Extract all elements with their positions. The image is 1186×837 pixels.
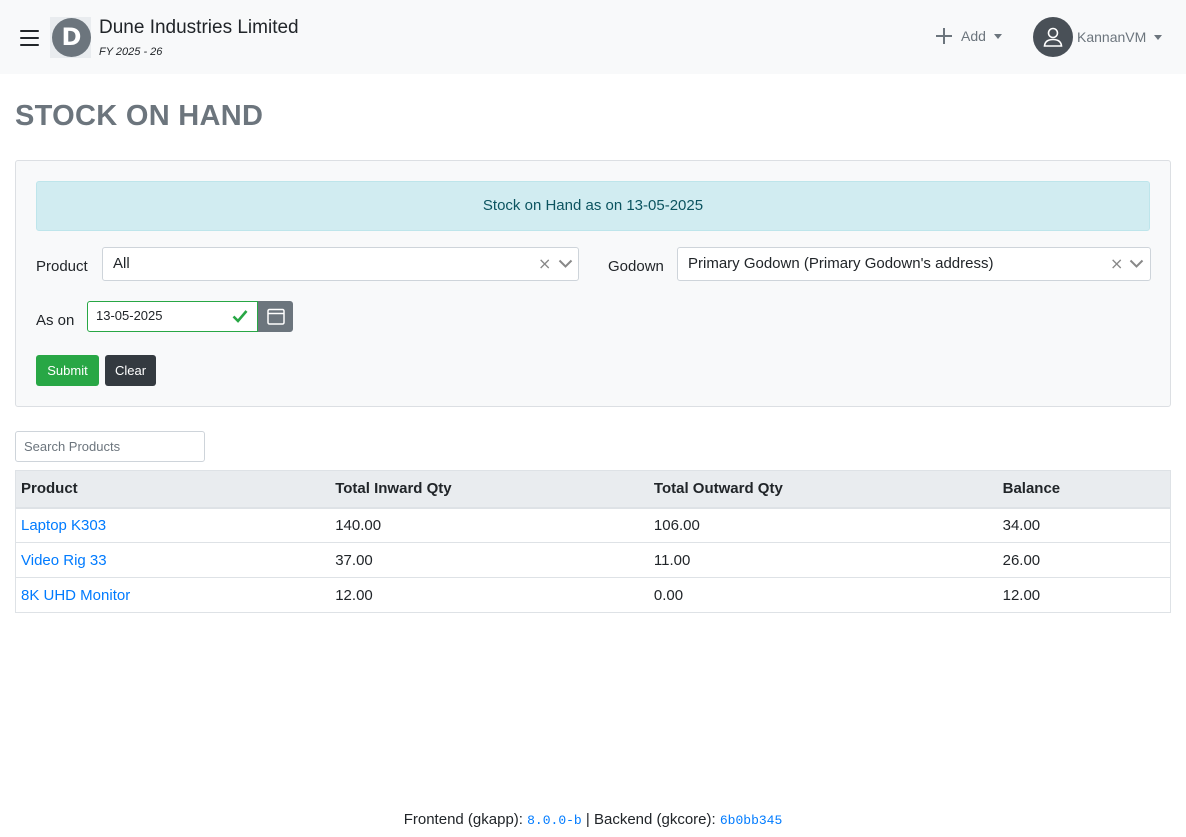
top-navbar: D Dune Industries Limited FY 2025 - 26 A… bbox=[0, 0, 1186, 74]
godown-select[interactable]: Primary Godown (Primary Godown's address… bbox=[677, 247, 1151, 281]
product-link[interactable]: 8K UHD Monitor bbox=[21, 587, 130, 604]
checkmark-icon bbox=[232, 310, 248, 323]
clear-icon[interactable]: × bbox=[1110, 256, 1123, 272]
table-row: Laptop K303 140.00 106.00 34.00 bbox=[15, 507, 1171, 543]
info-alert: Stock on Hand as on 13-05-2025 bbox=[36, 181, 1150, 231]
as-on-label: As on bbox=[36, 312, 75, 329]
org-logo: D bbox=[50, 17, 91, 58]
product-cell: 8K UHD Monitor bbox=[15, 577, 331, 613]
outward-qty-cell: 0.00 bbox=[648, 577, 998, 613]
hamburger-menu-icon[interactable] bbox=[20, 30, 39, 46]
as-on-date-input[interactable]: 13-05-2025 bbox=[87, 301, 258, 332]
balance-cell: 26.00 bbox=[997, 542, 1171, 578]
outward-qty-cell: 11.00 bbox=[648, 542, 998, 578]
version-footer: Frontend (gkapp): 8.0.0-b | Backend (gkc… bbox=[0, 811, 1186, 828]
add-label: Add bbox=[961, 28, 986, 44]
user-avatar bbox=[1033, 17, 1073, 57]
product-link[interactable]: Laptop K303 bbox=[21, 517, 106, 534]
product-link[interactable]: Video Rig 33 bbox=[21, 552, 107, 569]
table-row: Video Rig 33 37.00 11.00 26.00 bbox=[15, 542, 1171, 578]
chevron-down-icon bbox=[993, 33, 1002, 39]
outward-qty-cell: 106.00 bbox=[648, 507, 998, 543]
org-name[interactable]: Dune Industries Limited bbox=[99, 17, 299, 39]
product-select[interactable]: All × bbox=[102, 247, 579, 281]
table-header-row: Product Total Inward Qty Total Outward Q… bbox=[15, 470, 1171, 509]
product-cell: Video Rig 33 bbox=[15, 542, 331, 578]
user-menu-button[interactable]: KannanVM bbox=[1033, 17, 1163, 57]
inward-qty-cell: 12.00 bbox=[330, 577, 649, 613]
column-header-product[interactable]: Product bbox=[15, 470, 331, 509]
product-cell: Laptop K303 bbox=[15, 507, 331, 543]
frontend-label: Frontend (gkapp): bbox=[403, 811, 528, 828]
filter-card: Stock on Hand as on 13-05-2025 Product A… bbox=[15, 160, 1171, 407]
as-on-date-value: 13-05-2025 bbox=[96, 308, 163, 323]
godown-label: Godown bbox=[608, 258, 664, 275]
balance-cell: 12.00 bbox=[997, 577, 1171, 613]
column-header-total-inward-qty[interactable]: Total Inward Qty bbox=[330, 470, 649, 509]
add-dropdown-button[interactable]: Add bbox=[934, 24, 1002, 48]
godown-select-value: Primary Godown (Primary Godown's address… bbox=[688, 255, 994, 272]
page-title: STOCK ON HAND bbox=[15, 100, 264, 132]
stock-table: Product Total Inward Qty Total Outward Q… bbox=[15, 470, 1171, 613]
product-label: Product bbox=[36, 258, 88, 275]
calendar-icon bbox=[266, 308, 285, 325]
calendar-button[interactable] bbox=[258, 301, 293, 332]
submit-button[interactable]: Submit bbox=[36, 355, 99, 386]
chevron-down-icon[interactable] bbox=[1129, 258, 1144, 270]
backend-version: 6b0bb345 bbox=[719, 813, 783, 828]
column-header-total-outward-qty[interactable]: Total Outward Qty bbox=[648, 470, 998, 509]
search-products-input[interactable] bbox=[15, 431, 205, 462]
balance-cell: 34.00 bbox=[997, 507, 1171, 543]
column-header-balance[interactable]: Balance bbox=[997, 470, 1171, 509]
inward-qty-cell: 37.00 bbox=[330, 542, 649, 578]
clear-icon[interactable]: × bbox=[538, 256, 551, 272]
backend-label: | Backend (gkcore): bbox=[581, 811, 720, 828]
plus-icon bbox=[936, 28, 952, 44]
table-row: 8K UHD Monitor 12.00 0.00 12.00 bbox=[15, 577, 1171, 613]
clear-button[interactable]: Clear bbox=[105, 355, 156, 386]
chevron-down-icon[interactable] bbox=[558, 258, 573, 270]
frontend-version: 8.0.0-b bbox=[527, 813, 582, 828]
org-logo-letter: D bbox=[52, 18, 91, 57]
user-icon bbox=[1043, 27, 1063, 47]
financial-year: FY 2025 - 26 bbox=[99, 46, 163, 58]
chevron-down-icon bbox=[1154, 34, 1163, 40]
product-select-value: All bbox=[113, 255, 130, 272]
user-name: KannanVM bbox=[1077, 29, 1147, 45]
inward-qty-cell: 140.00 bbox=[330, 507, 649, 543]
